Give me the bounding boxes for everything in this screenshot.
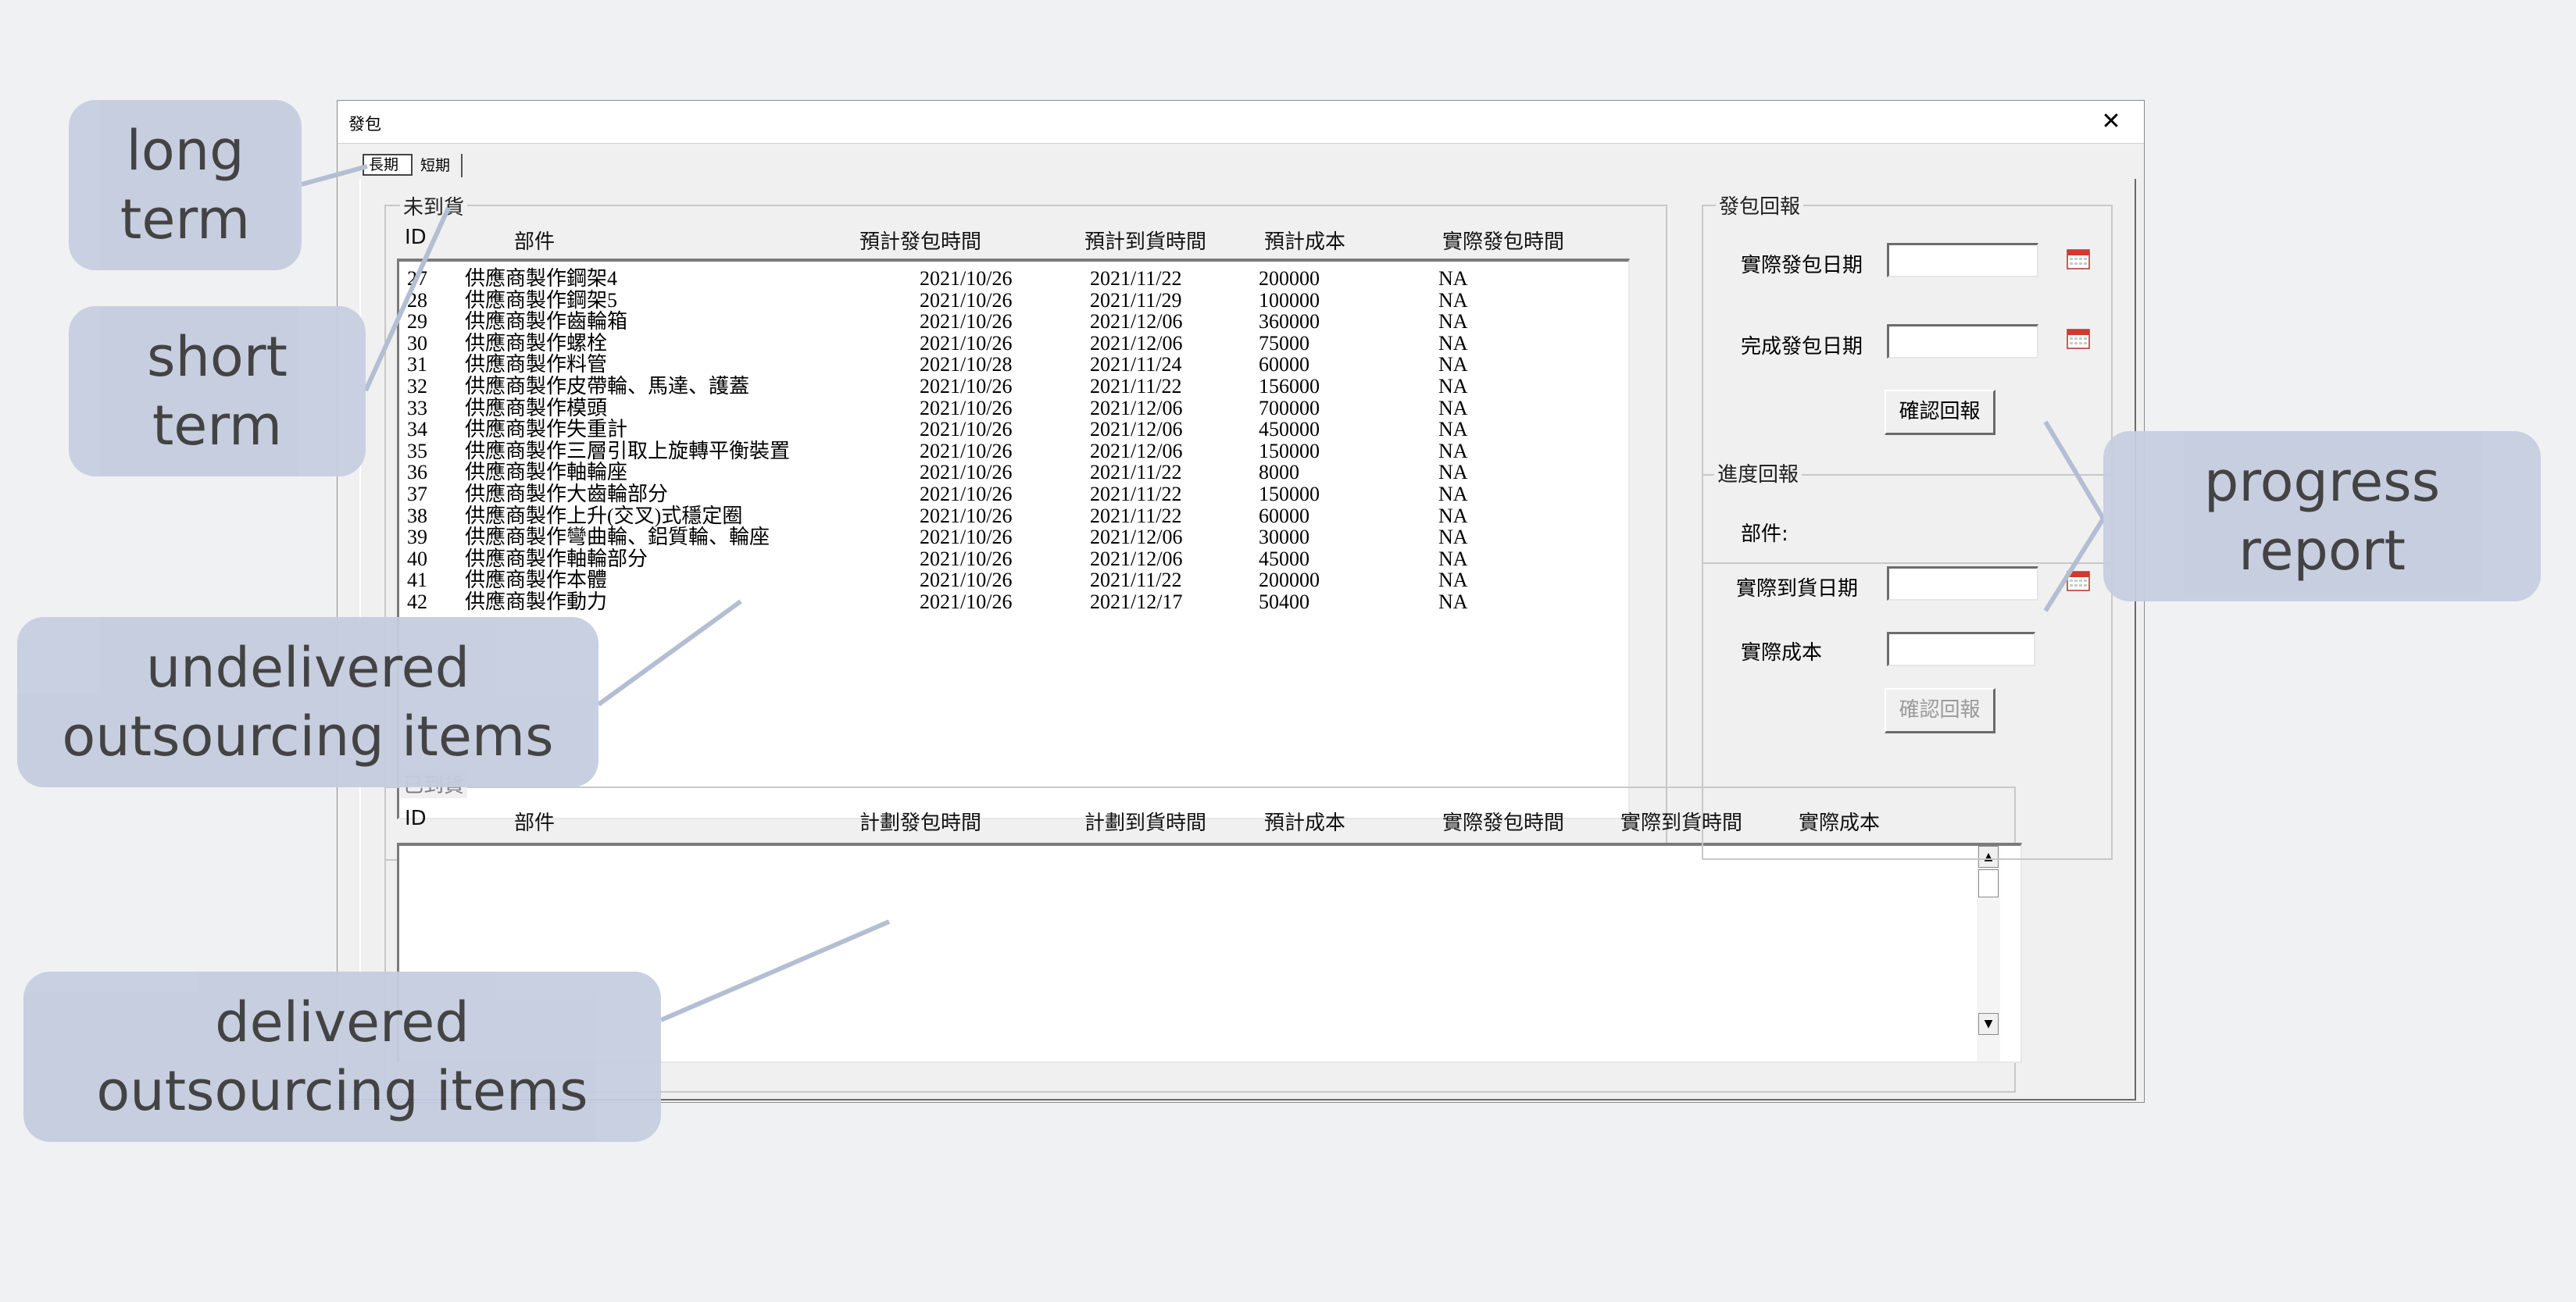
callout-undelivered: undelivered outsourcing items — [17, 617, 598, 787]
callout-progress-line2: report — [2238, 519, 2406, 583]
callout-progress-report: progress report — [2103, 431, 2541, 601]
callout-long-term: long term — [69, 100, 302, 270]
callout-short-term: short term — [69, 306, 366, 476]
short-term-pointer — [363, 206, 451, 392]
callout-short-term-line1: short — [147, 325, 288, 389]
callout-delivered-line2: outsourcing items — [96, 1059, 588, 1123]
undelivered-pointer — [597, 599, 742, 707]
callout-long-term-line2: term — [120, 187, 251, 251]
progress-pointer-bottom — [2043, 517, 2106, 612]
long-term-pointer — [301, 164, 368, 187]
callout-delivered: delivered outsourcing items — [23, 972, 661, 1142]
callout-undelivered-line2: outsourcing items — [62, 705, 554, 769]
callout-long-term-line1: long — [126, 119, 245, 183]
progress-pointer-top — [2043, 420, 2106, 520]
callout-delivered-line1: delivered — [215, 990, 470, 1054]
callout-short-term-line2: term — [152, 394, 283, 458]
callout-undelivered-line1: undelivered — [145, 636, 470, 700]
callout-progress-line1: progress — [2203, 450, 2441, 514]
delivered-pointer — [659, 919, 891, 1022]
